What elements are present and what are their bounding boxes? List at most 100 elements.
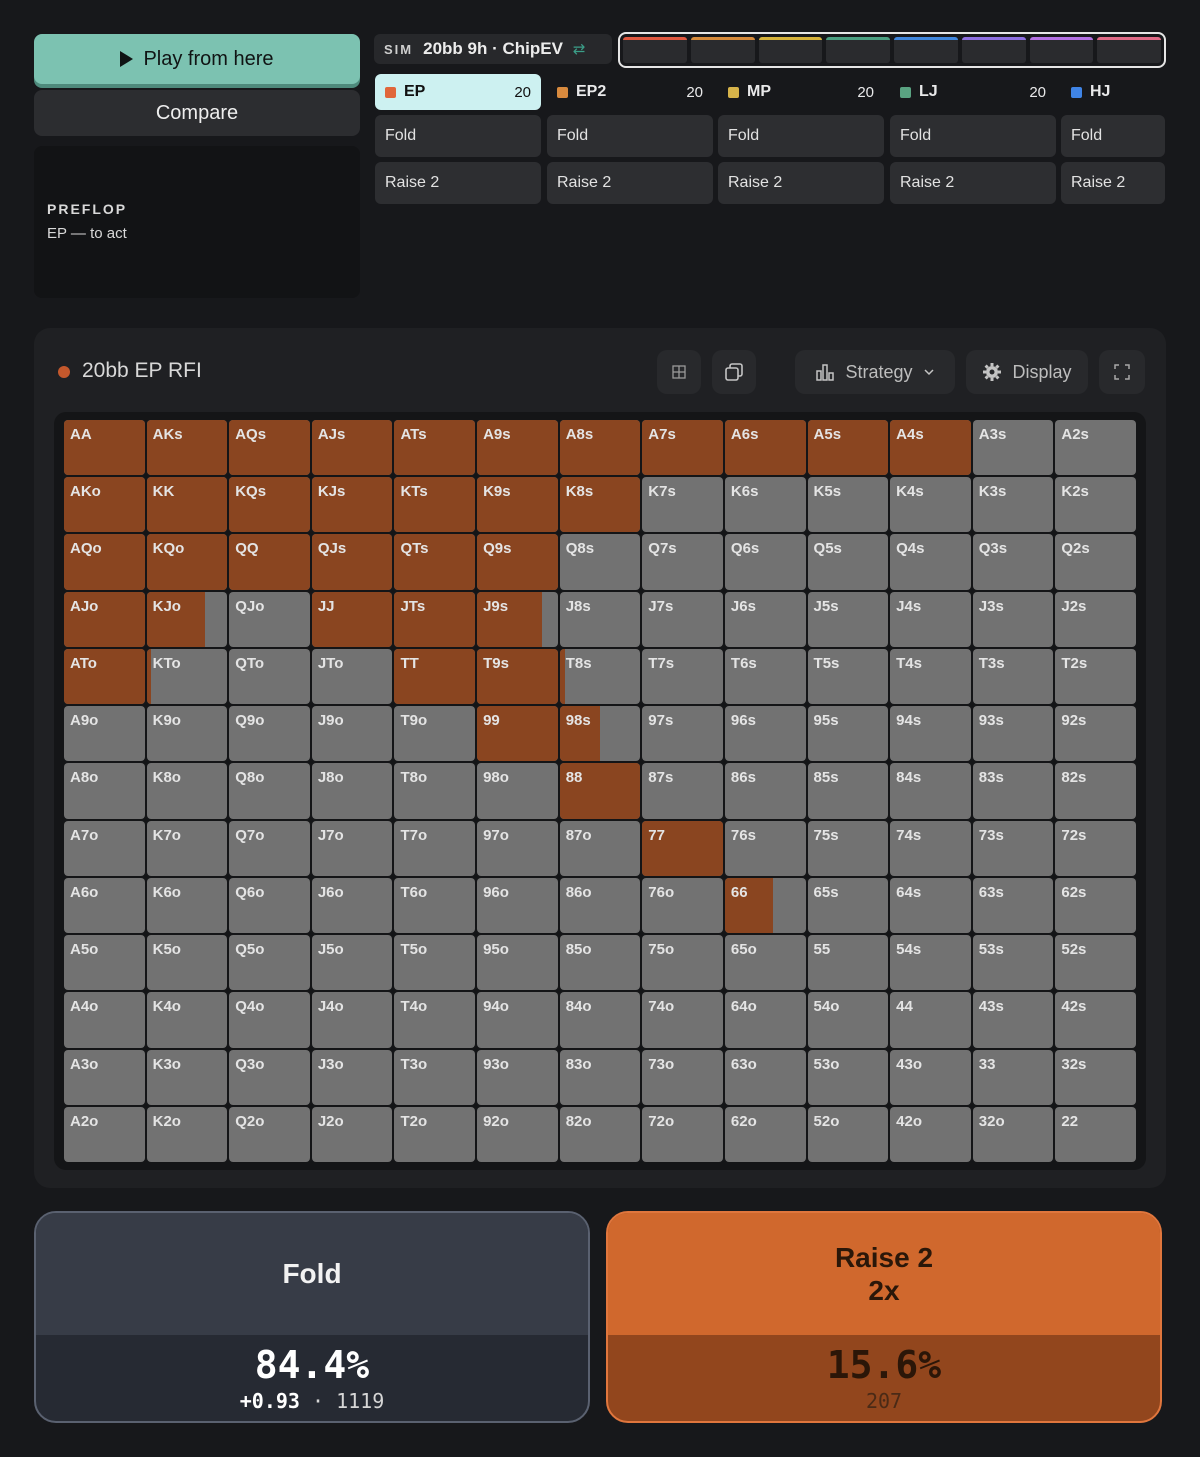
hand-cell[interactable]: A5o [64, 935, 145, 991]
hand-cell[interactable]: A7s [642, 420, 723, 476]
hand-cell[interactable]: J6s [724, 591, 806, 647]
hand-cell[interactable]: J5s [807, 591, 889, 647]
hand-cell[interactable]: 43s [972, 992, 1054, 1048]
hand-cell[interactable]: A9o [64, 706, 145, 762]
hand-cell[interactable]: JJ [311, 591, 393, 647]
hand-cell[interactable]: T3s [972, 648, 1054, 705]
hand-cell[interactable]: J8o [311, 763, 393, 819]
hand-cell[interactable]: 86o [559, 877, 641, 934]
position-color-segment[interactable] [826, 37, 890, 63]
hand-cell[interactable]: 62s [1055, 877, 1136, 934]
hand-cell[interactable]: QTo [229, 648, 310, 705]
hand-cell[interactable]: K3s [972, 477, 1054, 533]
hand-cell[interactable]: KK [146, 477, 228, 533]
hand-cell[interactable]: 76o [642, 877, 723, 934]
hand-cell[interactable]: T2s [1055, 648, 1136, 705]
hand-cell[interactable]: 83s [972, 763, 1054, 819]
hand-cell[interactable]: A5s [807, 420, 889, 476]
position-color-segment[interactable] [758, 37, 823, 63]
hand-cell[interactable]: T8s [559, 648, 641, 705]
hand-cell[interactable]: QJo [229, 591, 310, 647]
hand-cell[interactable]: J4o [311, 992, 393, 1048]
hand-cell[interactable]: T5s [807, 648, 889, 705]
hand-cell[interactable]: 52o [807, 1106, 889, 1162]
hand-cell[interactable]: Q4s [890, 534, 971, 590]
hand-cell[interactable]: 64s [890, 877, 971, 934]
hand-cell[interactable]: 54o [807, 992, 889, 1048]
hand-cell[interactable]: 62o [724, 1106, 806, 1162]
hand-cell[interactable]: Q3s [972, 534, 1054, 590]
hand-cell[interactable]: 73s [972, 820, 1054, 876]
hand-cell[interactable]: 93s [972, 706, 1054, 762]
hand-cell[interactable]: A9s [477, 420, 558, 476]
hand-cell[interactable]: K5s [807, 477, 889, 533]
hand-cell[interactable]: Q6s [724, 534, 806, 590]
hand-cell[interactable]: A7o [64, 820, 145, 876]
hand-cell[interactable]: A8s [559, 420, 641, 476]
hand-cell[interactable]: 72s [1055, 820, 1136, 876]
hand-cell[interactable]: T4o [394, 992, 476, 1048]
position-action-fold[interactable]: Fold [375, 115, 541, 157]
hand-cell[interactable]: K7s [642, 477, 723, 533]
hand-cell[interactable]: K5o [146, 935, 228, 991]
hand-cell[interactable]: J9o [311, 706, 393, 762]
hand-cell[interactable]: 66 [724, 877, 806, 934]
hand-cell[interactable]: 76s [724, 820, 806, 876]
hand-cell[interactable]: 99 [477, 706, 558, 762]
hand-cell[interactable]: AKs [146, 420, 228, 476]
hand-cell[interactable]: 72o [642, 1106, 723, 1162]
hand-cell[interactable]: 55 [807, 935, 889, 991]
position-action-fold[interactable]: Fold [890, 115, 1056, 157]
hand-cell[interactable]: 92s [1055, 706, 1136, 762]
hand-cell[interactable]: Q2s [1055, 534, 1136, 590]
hand-cell[interactable]: Q2o [229, 1106, 310, 1162]
strategy-dropdown[interactable]: Strategy [795, 350, 955, 394]
hand-cell[interactable]: AA [64, 420, 145, 476]
hand-cell[interactable]: Q7s [642, 534, 723, 590]
hand-cell[interactable]: AQs [229, 420, 310, 476]
hand-cell[interactable]: 96o [477, 877, 558, 934]
hand-cell[interactable]: T5o [394, 935, 476, 991]
hand-cell[interactable]: 94o [477, 992, 558, 1048]
hand-cell[interactable]: KJo [146, 591, 228, 647]
fullscreen-button[interactable] [1099, 350, 1145, 394]
hand-cell[interactable]: 65o [724, 935, 806, 991]
hand-cell[interactable]: Q8o [229, 763, 310, 819]
hand-cell[interactable]: Q7o [229, 820, 310, 876]
position-color-segment[interactable] [1029, 37, 1094, 63]
hand-cell[interactable]: 93o [477, 1049, 558, 1105]
hand-cell[interactable]: 43o [890, 1049, 971, 1105]
position-color-bar[interactable] [618, 32, 1166, 68]
hand-cell[interactable]: 52s [1055, 935, 1136, 991]
hand-cell[interactable]: J8s [559, 591, 641, 647]
hand-cell[interactable]: ATs [394, 420, 476, 476]
hand-cell[interactable]: K4s [890, 477, 971, 533]
hand-cell[interactable]: A6s [724, 420, 806, 476]
hand-cell[interactable]: J3o [311, 1049, 393, 1105]
hand-cell[interactable]: KTs [394, 477, 476, 533]
position-color-segment[interactable] [961, 37, 1026, 63]
hand-cell[interactable]: 83o [559, 1049, 641, 1105]
hand-cell[interactable]: K6s [724, 477, 806, 533]
hand-cell[interactable]: T9o [394, 706, 476, 762]
hand-cell[interactable]: A2o [64, 1106, 145, 1162]
hand-cell[interactable]: A8o [64, 763, 145, 819]
sim-selector[interactable]: SIM 20bb 9h · ChipEV ⇄ [374, 34, 612, 64]
position-action-raise-2[interactable]: Raise 2 [1061, 162, 1165, 204]
hand-cell[interactable]: 96s [724, 706, 806, 762]
position-action-fold[interactable]: Fold [1061, 115, 1165, 157]
hand-cell[interactable]: 77 [642, 820, 723, 876]
hand-cell[interactable]: 32s [1055, 1049, 1136, 1105]
hand-cell[interactable]: T9s [477, 648, 558, 705]
hand-cell[interactable]: 85o [559, 935, 641, 991]
position-color-segment[interactable] [894, 37, 958, 63]
hand-cell[interactable]: T2o [394, 1106, 476, 1162]
hand-cell[interactable]: J7s [642, 591, 723, 647]
hand-cell[interactable]: A4s [890, 420, 971, 476]
hand-cell[interactable]: Q9o [229, 706, 310, 762]
hand-cell[interactable]: 53o [807, 1049, 889, 1105]
hand-cell[interactable]: 75s [807, 820, 889, 876]
hand-cell[interactable]: QJs [311, 534, 393, 590]
hand-cell[interactable]: 97o [477, 820, 558, 876]
position-tab-ep[interactable]: EP 20 [375, 74, 541, 110]
